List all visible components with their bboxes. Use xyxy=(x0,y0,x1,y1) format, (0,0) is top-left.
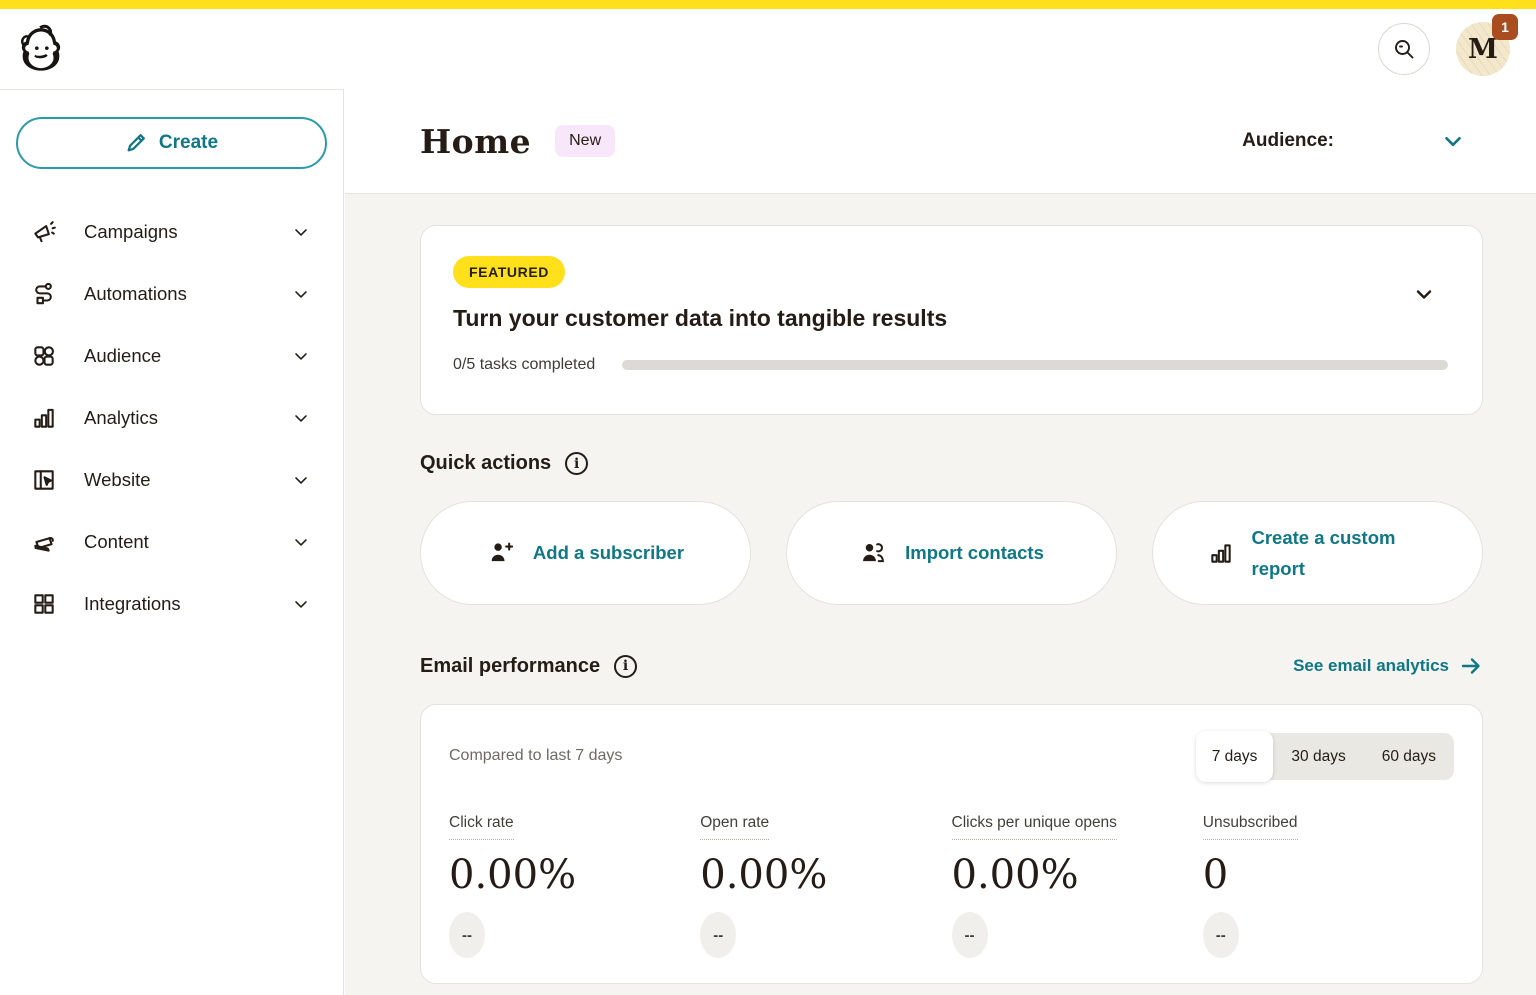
person-add-icon xyxy=(491,542,514,562)
add-subscriber-button[interactable]: Add a subscriber xyxy=(420,501,751,605)
tasks-progress-bar xyxy=(622,360,1448,370)
tab-60-days[interactable]: 60 days xyxy=(1364,733,1454,780)
sidebar-item-label: Campaigns xyxy=(84,221,178,242)
sidebar-item-website[interactable]: Website xyxy=(0,449,343,511)
create-button-label: Create xyxy=(158,132,219,153)
featured-collapse-button[interactable] xyxy=(1412,282,1436,306)
sidebar-item-label: Analytics xyxy=(84,407,159,428)
pencil-icon xyxy=(127,134,145,152)
brand-yellow-stripe xyxy=(0,0,1536,9)
info-icon[interactable]: i xyxy=(614,654,638,678)
arrow-right-icon xyxy=(1461,658,1480,674)
stat-label[interactable]: Clicks per unique opens xyxy=(951,814,1117,840)
account-menu[interactable]: M 1 xyxy=(1456,14,1518,76)
report-chart-icon xyxy=(1210,544,1231,563)
sidebar-item-audience[interactable]: Audience xyxy=(0,325,343,387)
people-grid-icon xyxy=(30,343,58,369)
tab-7-days[interactable]: 7 days xyxy=(1195,731,1274,782)
stat-value: 0.00% xyxy=(951,852,1079,898)
stat-clicks-per-unique-opens: Clicks per unique opens 0.00% -- xyxy=(951,814,1203,958)
email-performance-heading: Email performance xyxy=(420,654,601,677)
chevron-down-icon xyxy=(291,408,311,428)
chevron-down-icon xyxy=(291,346,311,366)
sidebar-item-label: Website xyxy=(84,469,151,490)
featured-title: Turn your customer data into tangible re… xyxy=(453,305,948,331)
see-email-analytics-label: See email analytics xyxy=(1293,656,1449,675)
audience-dropdown-label: Audience: xyxy=(1242,130,1334,151)
stat-unsubscribed: Unsubscribed 0 -- xyxy=(1202,814,1454,958)
audience-dropdown[interactable]: Audience: xyxy=(1242,128,1466,154)
topbar: M 1 xyxy=(0,9,1536,89)
chevron-down-icon xyxy=(291,470,311,490)
email-performance-card: Compared to last 7 days 7 days 30 days 6… xyxy=(420,704,1483,984)
chevron-down-icon xyxy=(291,222,311,242)
info-icon[interactable]: i xyxy=(565,452,589,475)
create-custom-report-button[interactable]: Create a custom report xyxy=(1152,501,1483,605)
sidebar-item-label: Automations xyxy=(84,283,187,304)
search-button[interactable] xyxy=(1378,23,1430,75)
browser-cursor-icon xyxy=(30,467,58,493)
stat-label[interactable]: Open rate xyxy=(700,814,770,840)
import-contacts-button[interactable]: Import contacts xyxy=(786,501,1117,605)
sidebar-item-analytics[interactable]: Analytics xyxy=(0,387,343,449)
megaphone-icon xyxy=(30,219,58,245)
quick-action-label: Import contacts xyxy=(905,542,1044,564)
stat-value: 0 xyxy=(1202,852,1229,898)
workflow-icon xyxy=(30,281,58,307)
stat-label[interactable]: Unsubscribed xyxy=(1202,814,1298,840)
featured-badge: FEATURED xyxy=(453,256,565,288)
bar-chart-icon xyxy=(30,405,58,431)
stat-open-rate: Open rate 0.00% -- xyxy=(700,814,951,958)
stat-delta-pill: -- xyxy=(700,912,737,958)
sidebar: Create Campaigns Automations Audience An… xyxy=(0,89,344,995)
sidebar-item-label: Content xyxy=(84,531,149,552)
stat-label[interactable]: Click rate xyxy=(449,814,514,840)
grid-icon xyxy=(30,591,58,617)
sidebar-item-label: Audience xyxy=(84,345,162,366)
search-icon xyxy=(1395,40,1414,59)
chevron-down-icon xyxy=(291,284,311,304)
quick-actions-heading: Quick actions xyxy=(420,452,552,474)
create-button[interactable]: Create xyxy=(16,117,327,169)
sidebar-item-automations[interactable]: Automations xyxy=(0,263,343,325)
sidebar-item-content[interactable]: Content xyxy=(0,511,343,573)
stat-value: 0.00% xyxy=(449,852,577,898)
tasks-progress-label: 0/5 tasks completed xyxy=(453,356,596,373)
quick-action-label: Add a subscriber xyxy=(532,542,685,564)
featured-card: FEATURED Turn your customer data into ta… xyxy=(420,225,1483,415)
quick-action-label: Create a custom report xyxy=(1251,526,1396,579)
sidebar-item-integrations[interactable]: Integrations xyxy=(0,573,343,635)
stat-delta-pill: -- xyxy=(449,912,485,958)
new-badge: New xyxy=(555,125,616,157)
sidebar-item-label: Integrations xyxy=(84,593,181,614)
notification-badge: 1 xyxy=(1492,14,1518,40)
chevron-down-icon xyxy=(1416,290,1432,299)
stat-value: 0.00% xyxy=(700,852,828,898)
tab-30-days[interactable]: 30 days xyxy=(1273,733,1363,780)
chevron-down-icon xyxy=(1445,136,1461,147)
compared-label: Compared to last 7 days xyxy=(449,747,623,764)
see-email-analytics-link[interactable]: See email analytics xyxy=(1293,654,1483,678)
chevron-down-icon xyxy=(291,594,311,614)
main-content: FEATURED Turn your customer data into ta… xyxy=(345,194,1536,995)
mailchimp-logo-icon[interactable] xyxy=(16,23,66,75)
stat-delta-pill: -- xyxy=(1202,912,1239,958)
stat-click-rate: Click rate 0.00% -- xyxy=(449,814,700,958)
people-icon xyxy=(863,543,885,563)
papers-icon xyxy=(30,529,58,555)
sidebar-item-campaigns[interactable]: Campaigns xyxy=(0,201,343,263)
stat-delta-pill: -- xyxy=(951,912,988,958)
date-range-tabs: 7 days 30 days 60 days xyxy=(1195,731,1454,782)
page-header: Home New Audience: xyxy=(345,89,1536,194)
chevron-down-icon xyxy=(291,532,311,552)
page-title: Home xyxy=(420,121,532,161)
